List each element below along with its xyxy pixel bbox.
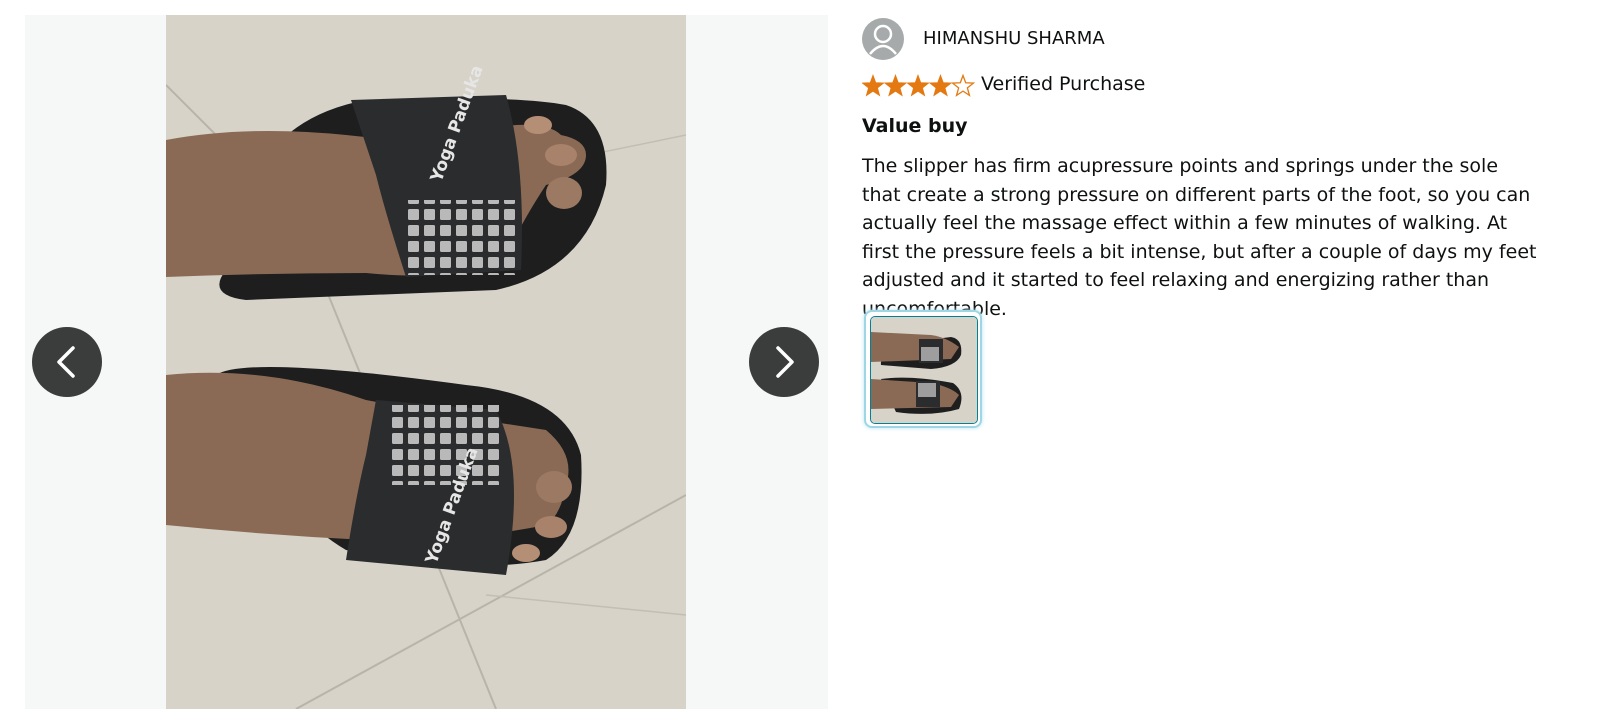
review-photo: Yoga Paduka Yoga Paduka [166, 15, 686, 709]
previous-image-button[interactable] [32, 327, 102, 397]
rating-row: Verified Purchase [862, 73, 1562, 99]
chevron-right-icon [776, 346, 794, 378]
star-filled-icon [906, 74, 930, 97]
review-image-viewer: Yoga Paduka Yoga Paduka [25, 15, 828, 709]
star-filled-icon [883, 74, 908, 97]
user-avatar-icon [862, 18, 904, 60]
star-filled-icon [862, 74, 885, 97]
review-image-thumbnail[interactable] [864, 310, 982, 428]
star-empty-icon [950, 73, 976, 97]
review-body: The slipper has firm acupressure points … [862, 155, 1537, 320]
star-filled-icon [928, 74, 953, 97]
thumbnail-image [870, 316, 978, 424]
verified-purchase-badge: Verified Purchase [981, 73, 1146, 95]
review-title: Value buy [862, 115, 968, 137]
next-image-button[interactable] [749, 327, 819, 397]
reviewer-name[interactable]: HIMANSHU SHARMA [923, 28, 1105, 49]
star-rating [862, 73, 976, 97]
chevron-left-icon [57, 346, 75, 378]
